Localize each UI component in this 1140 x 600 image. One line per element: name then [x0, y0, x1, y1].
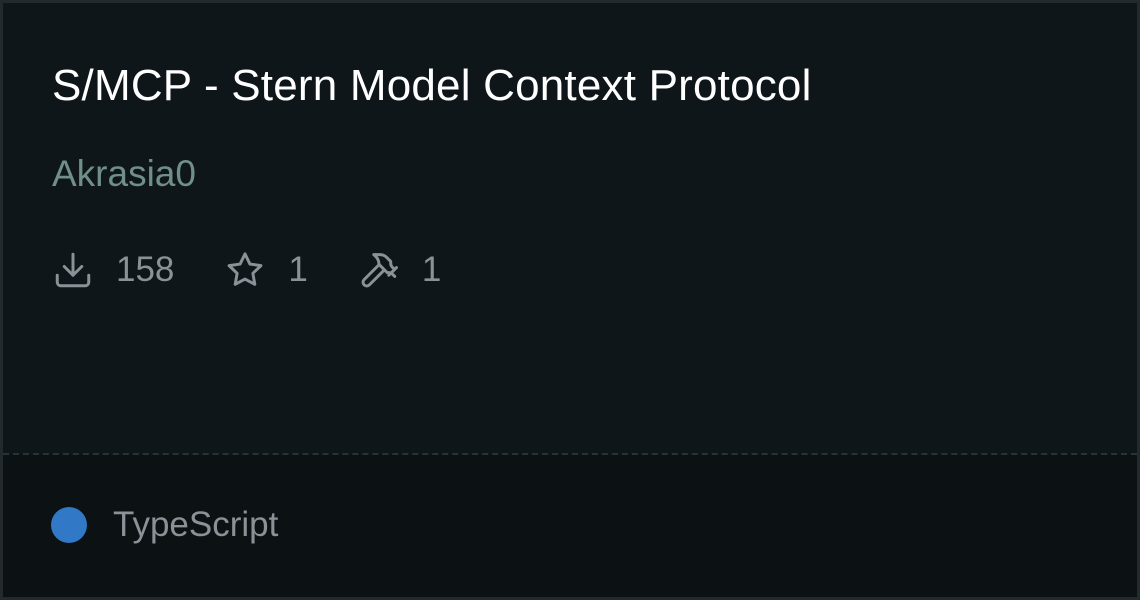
repo-title[interactable]: S/MCP - Stern Model Context Protocol [52, 61, 812, 111]
repo-stats: 158 1 1 [52, 245, 491, 295]
tools-stat: 1 [358, 249, 441, 291]
tools-count: 1 [421, 250, 442, 289]
card-header: S/MCP - Stern Model Context Protocol Akr… [3, 3, 1137, 453]
download-icon [55, 252, 91, 288]
card-footer: TypeScript [3, 455, 1137, 597]
hammer-icon [361, 253, 398, 288]
downloads-count: 158 [116, 250, 175, 289]
language-color-dot [51, 507, 87, 543]
repo-card[interactable]: S/MCP - Stern Model Context Protocol Akr… [0, 0, 1140, 600]
stars-count: 1 [288, 250, 308, 289]
downloads-stat: 158 [52, 249, 174, 291]
repo-author[interactable]: Akrasia0 [52, 153, 196, 195]
stars-stat: 1 [224, 249, 308, 291]
language-name: TypeScript [113, 505, 279, 544]
language-indicator: TypeScript [51, 505, 278, 545]
star-icon [227, 252, 263, 286]
